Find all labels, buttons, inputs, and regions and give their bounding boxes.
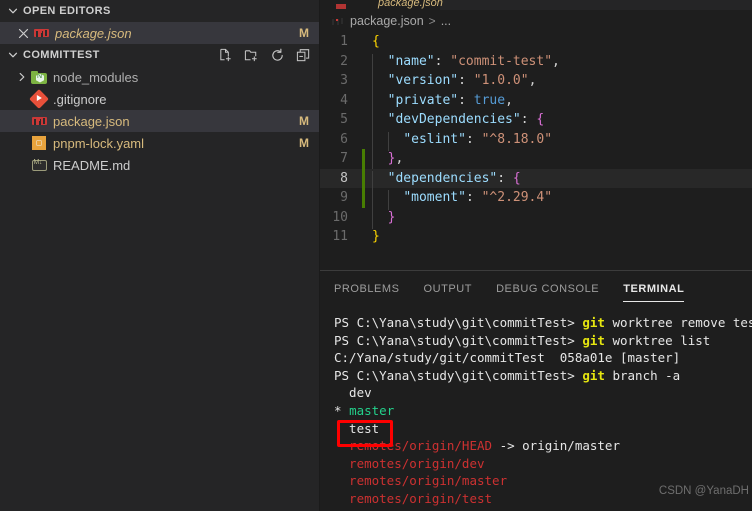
terminal-branch-line: test: [334, 420, 380, 436]
line-number: 3: [340, 73, 348, 89]
explorer-item-label: node_modules: [53, 69, 139, 85]
code-text: {: [372, 34, 380, 50]
code-text: "dependencies": {: [365, 170, 521, 191]
breadcrumb-file[interactable]: package.json: [350, 14, 424, 28]
npm-icon: [32, 25, 50, 41]
breadcrumb-more[interactable]: ...: [441, 14, 451, 28]
chevron-down-icon: [5, 3, 21, 19]
explorer-item-node-modules[interactable]: node_modules: [0, 66, 319, 88]
code-line[interactable]: 4 "private": true,: [320, 91, 752, 113]
code-text: "version": "1.0.0",: [365, 73, 536, 93]
npm-icon: [30, 113, 48, 129]
code-line[interactable]: 5 "devDependencies": {: [320, 110, 752, 132]
markdown-icon: [30, 157, 48, 173]
new-file-icon[interactable]: [217, 47, 233, 63]
code-line[interactable]: 7 },: [320, 149, 752, 171]
code-line[interactable]: 11}: [320, 227, 752, 247]
code-text: }: [365, 209, 395, 230]
terminal-branch-line: remotes/origin/dev: [334, 455, 485, 471]
open-editor-item-package-json[interactable]: package.json M: [0, 22, 319, 44]
code-text: "name": "commit-test",: [365, 53, 560, 74]
explorer-actions: [217, 44, 311, 66]
terminal-branch-line: * master: [334, 402, 395, 418]
modified-badge: M: [299, 136, 309, 150]
terminal-line: PS C:\Yana\study\git\commitTest> git bra…: [334, 367, 681, 383]
editor-tab-bar: package.json: [320, 0, 752, 10]
explorer-item-label: package.json: [53, 113, 130, 129]
editor-area: package.json package.json > ... 1{2 "nam…: [320, 0, 752, 511]
line-number: 6: [340, 131, 348, 147]
code-line[interactable]: 2 "name": "commit-test",: [320, 52, 752, 74]
explorer-item-gitignore[interactable]: .gitignore: [0, 88, 319, 110]
terminal-line: PS C:\Yana\study\git\commitTest> git wor…: [334, 332, 711, 348]
line-number: 10: [332, 209, 348, 225]
modified-badge: M: [299, 114, 309, 128]
code-line[interactable]: 6 "eslint": "^8.18.0": [320, 130, 752, 152]
code-line[interactable]: 8 "dependencies": {: [320, 168, 752, 191]
refresh-icon[interactable]: [269, 47, 285, 63]
line-number: 11: [332, 229, 348, 245]
code-line[interactable]: 9 "moment": "^2.29.4": [320, 188, 752, 210]
explorer-item-readme[interactable]: README.md: [0, 154, 319, 176]
code-line[interactable]: 10 }: [320, 208, 752, 230]
code-text: },: [365, 151, 403, 171]
git-icon: [29, 89, 49, 109]
code-text: }: [372, 229, 380, 245]
line-number: 1: [340, 34, 348, 50]
tab-problems[interactable]: PROBLEMS: [334, 271, 400, 306]
explorer-item-label: README.md: [53, 157, 131, 173]
explorer-item-package-json[interactable]: package.json M: [0, 110, 319, 132]
tab-terminal[interactable]: TERMINAL: [623, 271, 685, 306]
chevron-right-icon: >: [428, 14, 436, 28]
tab-output[interactable]: OUTPUT: [424, 271, 473, 306]
code-text: "devDependencies": {: [365, 112, 544, 132]
code-editor[interactable]: 1{2 "name": "commit-test", 3 "version": "…: [320, 32, 752, 270]
terminal-branch-line: remotes/origin/HEAD -> origin/master: [334, 438, 620, 454]
chevron-down-icon: [5, 47, 21, 63]
npm-icon: [330, 17, 345, 25]
terminal-line: C:/Yana/study/git/commitTest 058a01e [ma…: [334, 350, 681, 366]
explorer-folder-title: COMMITTEST: [23, 49, 100, 61]
code-line[interactable]: 3 "version": "1.0.0",: [320, 71, 752, 93]
code-text: "moment": "^2.29.4": [365, 190, 552, 210]
explorer-item-pnpm-lock[interactable]: pnpm-lock.yaml M: [0, 132, 319, 154]
modified-badge: M: [299, 26, 309, 40]
explorer-item-label: .gitignore: [53, 91, 107, 107]
panel-tab-bar: PROBLEMS OUTPUT DEBUG CONSOLE TERMINAL: [320, 271, 752, 306]
explorer-folder-header[interactable]: COMMITTEST: [0, 44, 319, 66]
terminal-output[interactable]: PS C:\Yana\study\git\commitTest> git wor…: [320, 306, 752, 511]
code-text: "private": true,: [365, 92, 513, 113]
open-editor-label: package.json: [55, 25, 132, 41]
bottom-panel: PROBLEMS OUTPUT DEBUG CONSOLE TERMINAL P…: [320, 270, 752, 511]
tab-debug-console[interactable]: DEBUG CONSOLE: [496, 271, 599, 306]
line-number: 7: [340, 151, 348, 167]
close-icon[interactable]: [14, 24, 32, 42]
explorer-item-label: pnpm-lock.yaml: [53, 135, 145, 151]
open-editors-title: OPEN EDITORS: [23, 5, 111, 17]
explorer-sidebar: OPEN EDITORS package.json M COMMITTEST N…: [0, 0, 320, 511]
line-number: 2: [340, 53, 348, 69]
line-number: 8: [340, 170, 348, 186]
node-folder-icon: [30, 69, 48, 85]
line-number: 9: [340, 190, 348, 206]
collapse-all-icon[interactable]: [295, 47, 311, 63]
breadcrumb[interactable]: package.json > ...: [320, 10, 752, 32]
open-editors-header[interactable]: OPEN EDITORS: [0, 0, 319, 22]
line-number: 4: [340, 92, 348, 108]
watermark: CSDN @YanaDH: [658, 485, 749, 497]
new-folder-icon[interactable]: [243, 47, 259, 63]
code-line[interactable]: 1{: [320, 32, 752, 52]
editor-tab-label: package.json: [378, 0, 443, 9]
code-text: "eslint": "^8.18.0": [365, 131, 552, 152]
chevron-right-icon: [14, 69, 30, 85]
yaml-icon: [30, 135, 48, 151]
terminal-line: PS C:\Yana\study\git\commitTest> git wor…: [334, 315, 752, 330]
vscode-window: OPEN EDITORS package.json M COMMITTEST N…: [0, 0, 752, 511]
line-number: 5: [340, 112, 348, 128]
terminal-branch-line: dev: [334, 385, 372, 401]
